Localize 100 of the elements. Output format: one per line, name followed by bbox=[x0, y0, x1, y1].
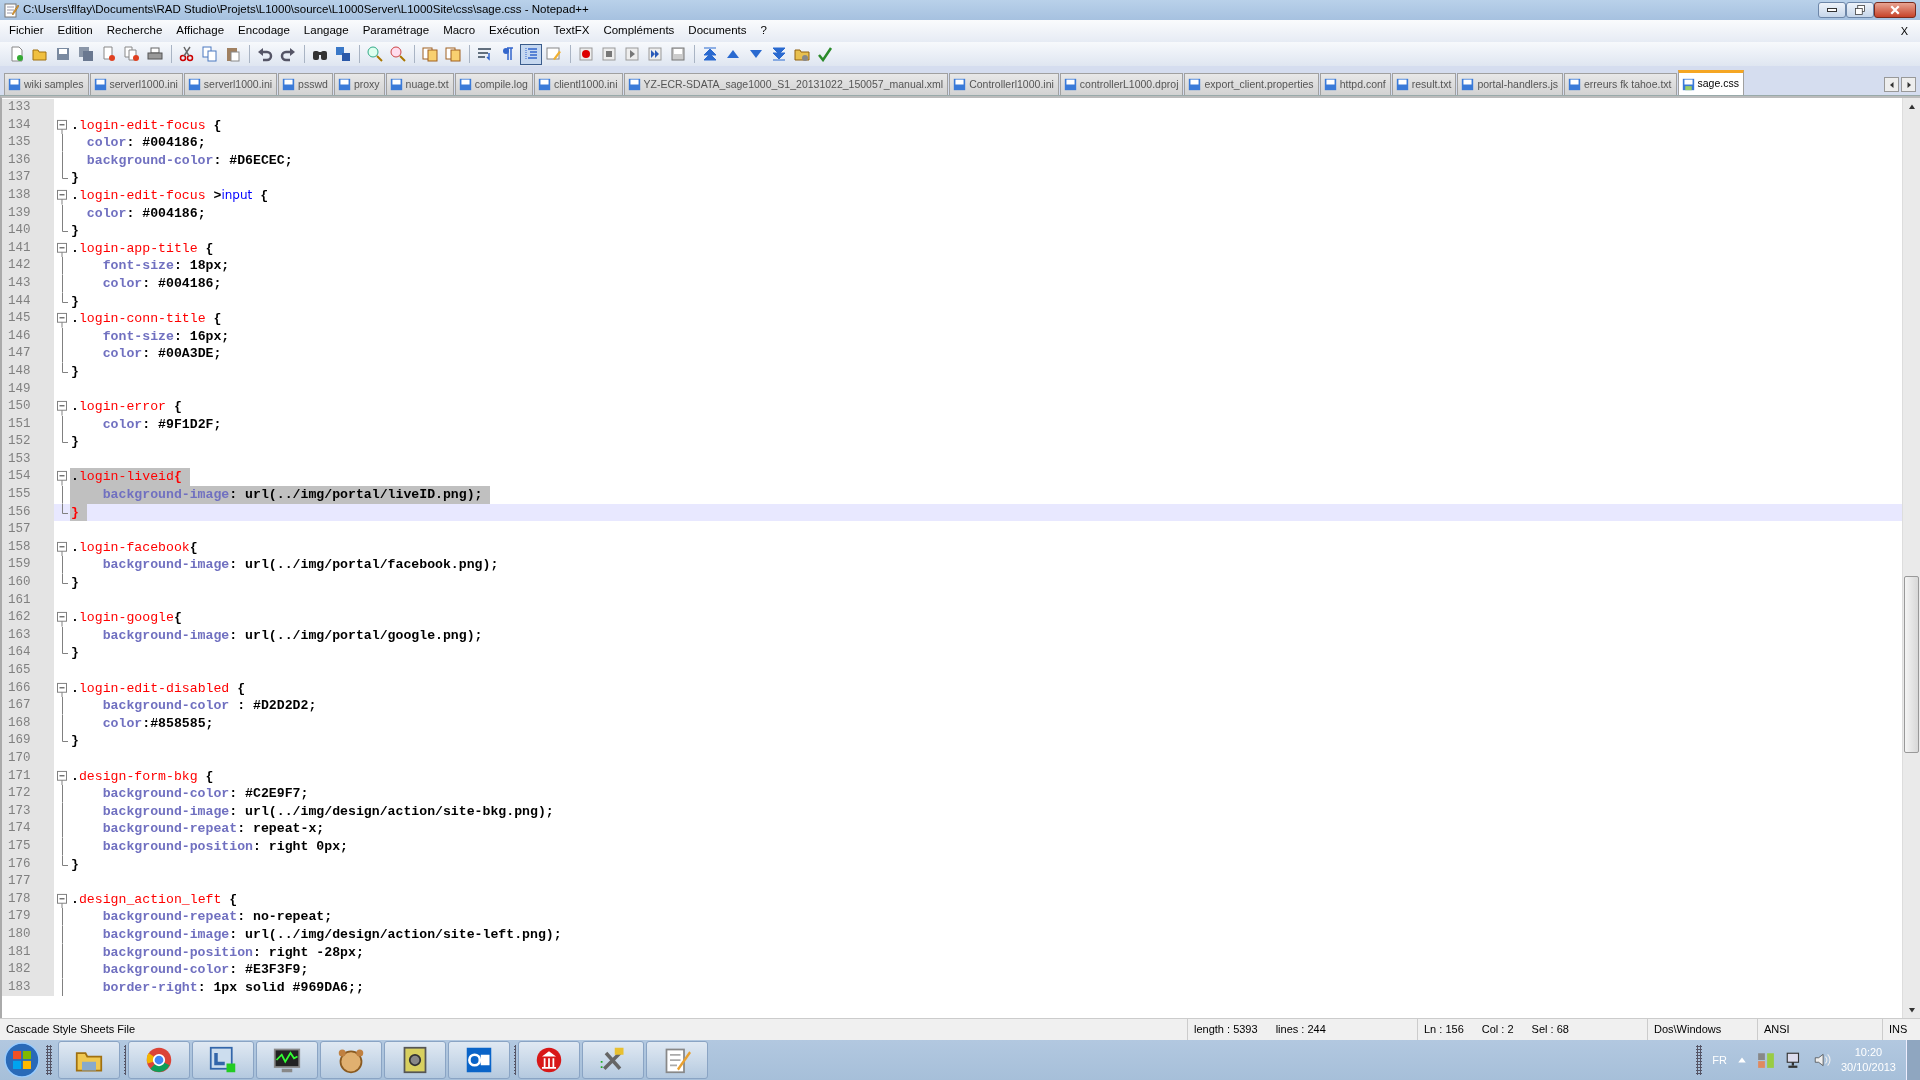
line-number: 177 bbox=[2, 873, 54, 891]
minimize-button[interactable] bbox=[1818, 2, 1846, 18]
close-button[interactable] bbox=[1874, 2, 1916, 18]
line-number: 137 bbox=[2, 169, 54, 187]
code-line: } bbox=[70, 169, 79, 187]
code-line: background-repeat: no-repeat; bbox=[101, 908, 333, 926]
line-number: 159 bbox=[2, 556, 54, 575]
scrollbar-thumb[interactable] bbox=[1904, 575, 1919, 753]
start-button[interactable] bbox=[4, 1042, 40, 1078]
line-number: 167 bbox=[2, 697, 54, 715]
document-tab[interactable]: serverl1000.ini bbox=[89, 73, 183, 95]
document-tab[interactable]: proxy bbox=[333, 73, 385, 95]
taskbar-button[interactable] bbox=[384, 1041, 446, 1079]
document-tab[interactable]: Controllerl1000.ini bbox=[949, 73, 1059, 95]
copy-icon bbox=[202, 46, 218, 62]
open-folder-icon bbox=[32, 46, 48, 62]
scroll-right-button[interactable] bbox=[1901, 77, 1916, 92]
document-tab[interactable]: portal-handlers.js bbox=[1457, 73, 1563, 95]
menu-item[interactable]: Recherche bbox=[99, 22, 170, 40]
code-line: color:#858585; bbox=[101, 714, 214, 733]
app-window-icon bbox=[209, 1046, 237, 1074]
code-line: background-position: right 0px; bbox=[101, 837, 348, 856]
paste-icon bbox=[225, 46, 241, 62]
menu-item[interactable]: Exécution bbox=[482, 22, 547, 40]
taskbar-button[interactable] bbox=[256, 1041, 318, 1079]
code-line: background-color: #D6ECEC; bbox=[85, 151, 293, 170]
window-title: C:\Users\flfay\Documents\RAD Studio\Projets\L1000\source\L1000Server\L1000Site\css\sage.css - Notepad++ bbox=[23, 2, 589, 18]
document-tab[interactable]: httpd.conf bbox=[1319, 73, 1391, 95]
restore-icon bbox=[1854, 4, 1866, 16]
document-tab[interactable]: sage.css bbox=[1677, 70, 1744, 95]
code-line: background-repeat: repeat-x; bbox=[101, 820, 325, 838]
close-document-button[interactable]: X bbox=[1894, 21, 1914, 41]
restore-button[interactable] bbox=[1846, 2, 1874, 18]
line-number: 169 bbox=[2, 732, 54, 750]
show-desktop-button[interactable] bbox=[1906, 1040, 1920, 1080]
code-line: background-color: #C2E9F7; bbox=[101, 785, 309, 803]
code-line: } bbox=[70, 855, 79, 874]
close-all-icon bbox=[124, 46, 140, 62]
undo-icon bbox=[257, 46, 273, 62]
menu-item[interactable]: Documents bbox=[681, 22, 754, 40]
menu-item[interactable]: Encodage bbox=[231, 22, 297, 40]
fold-toggle[interactable] bbox=[54, 398, 70, 416]
fold-toggle[interactable] bbox=[54, 609, 70, 627]
code-line: border-right: 1px solid #969DA6;; bbox=[101, 978, 364, 997]
speaker-icon[interactable] bbox=[1812, 1051, 1831, 1069]
encoding-label: ANSI bbox=[1764, 1022, 1790, 1038]
zoom-in-icon bbox=[367, 46, 383, 62]
document-tab[interactable]: nuage.txt bbox=[385, 73, 454, 95]
line-number: 164 bbox=[2, 644, 54, 662]
double-down-arrow-icon bbox=[771, 46, 787, 62]
menu-item[interactable]: Edition bbox=[50, 22, 100, 40]
line-number: 140 bbox=[2, 222, 54, 240]
sync-vertical-icon bbox=[422, 46, 438, 62]
record-icon bbox=[578, 46, 594, 62]
menu-item[interactable]: Paramétrage bbox=[355, 22, 437, 40]
indent-guide-icon bbox=[523, 46, 539, 62]
up-arrow-icon bbox=[1907, 102, 1916, 111]
document-tab[interactable]: YZ-ECR-SDATA_sage1000_S1_20131022_150057_manual.xml bbox=[623, 73, 949, 95]
code-line: .login-edit-disabled { bbox=[70, 679, 246, 698]
folder-icon bbox=[794, 46, 810, 62]
toolbar-button[interactable] bbox=[520, 43, 542, 65]
document-tab[interactable]: erreurs fk tahoe.txt bbox=[1564, 73, 1677, 95]
code-line: font-size: 18px; bbox=[101, 257, 230, 275]
document-tab[interactable]: wiki samples bbox=[4, 73, 89, 95]
code-line: color: #9F1D2F; bbox=[101, 415, 222, 434]
menu-item[interactable]: Langage bbox=[296, 22, 356, 40]
menu-item[interactable]: Fichier bbox=[2, 22, 51, 40]
document-tab[interactable]: clientl1000.ini bbox=[533, 73, 623, 95]
document-tab[interactable]: compile.log bbox=[454, 73, 533, 95]
document-tab[interactable]: export_client.properties bbox=[1184, 73, 1319, 95]
line-number: 135 bbox=[2, 134, 54, 152]
document-tab[interactable]: serverl1000.ini bbox=[183, 73, 278, 95]
line-number: 174 bbox=[2, 820, 54, 838]
scroll-left-button[interactable] bbox=[1884, 77, 1899, 92]
menu-item[interactable]: Affichage bbox=[169, 22, 232, 40]
menu-item[interactable]: TextFX bbox=[546, 22, 597, 40]
menu-item[interactable]: ? bbox=[753, 22, 774, 40]
line-number: 157 bbox=[2, 521, 54, 539]
code-line: } bbox=[70, 222, 79, 240]
fold-toggle[interactable] bbox=[54, 310, 70, 328]
document-tab[interactable]: controllerL1000.dproj bbox=[1059, 73, 1184, 95]
code-line: .login-edit-focus >input { bbox=[70, 186, 269, 205]
save-all-icon bbox=[78, 46, 94, 62]
fold-toggle[interactable] bbox=[54, 468, 70, 487]
code-line: } bbox=[70, 362, 79, 381]
taskbar-button[interactable] bbox=[448, 1041, 510, 1079]
menu-item[interactable]: Macro bbox=[436, 22, 483, 40]
document-tab[interactable]: psswd bbox=[278, 73, 333, 95]
code-line: } bbox=[70, 732, 79, 750]
line-number: 145 bbox=[2, 310, 54, 328]
code-line: } bbox=[70, 292, 79, 311]
browser-icon bbox=[145, 1046, 173, 1074]
menu-item[interactable]: Compléments bbox=[596, 22, 682, 40]
document-tab[interactable]: result.txt bbox=[1391, 73, 1457, 95]
line-number: 172 bbox=[2, 785, 54, 803]
code-line: color: #004186; bbox=[101, 274, 222, 293]
code-line: background-color : #D2D2D2; bbox=[101, 697, 317, 715]
code-line: } bbox=[70, 433, 79, 451]
code-line: background-image: url(../img/portal/facebook.png); bbox=[101, 556, 499, 575]
code-line: background-image: url(../img/design/action/site-bkg.png); bbox=[101, 802, 554, 821]
